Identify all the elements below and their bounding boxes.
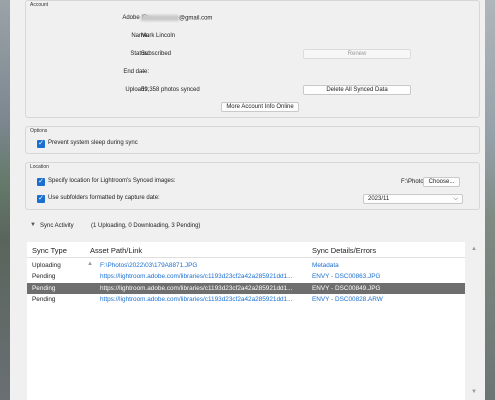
table-row[interactable]: Uploading ▲ F:\Photos\2022\03\179A8871.J… [27, 260, 465, 271]
cell-sync-type: Pending [32, 273, 56, 280]
delete-all-synced-data-button[interactable]: Delete All Synced Data [303, 85, 411, 95]
subfolders-checkbox[interactable]: ✓ [37, 195, 45, 203]
date-format-value: 2023/11 [368, 196, 390, 202]
scroll-down-arrow-icon[interactable]: ▼ [471, 389, 477, 395]
chevron-down-icon: ⌵ [453, 196, 458, 202]
cell-details: Metadata [312, 261, 339, 269]
column-header-asset[interactable]: Asset Path/Link [90, 246, 142, 255]
sort-ascending-icon: ▲ [87, 261, 93, 267]
location-section-title: Location [30, 164, 49, 170]
account-group: Account Adobe ID: @gmail.com Name: Mark … [25, 0, 480, 118]
table-row[interactable]: Pending https://lightroom.adobe.com/libr… [27, 272, 465, 283]
sync-activity-title[interactable]: Sync Activity [40, 223, 74, 229]
background-photo-left [0, 0, 10, 400]
specify-location-label: Specify location for Lightroom's Synced … [48, 178, 176, 184]
location-group: Location ✓ Specify location for Lightroo… [25, 162, 480, 210]
prevent-sleep-label: Prevent system sleep during sync [48, 140, 138, 146]
options-group: Options ✓ Prevent system sleep during sy… [25, 126, 480, 154]
email-redacted [141, 15, 179, 21]
table-row[interactable]: Pending https://lightroom.adobe.com/libr… [27, 295, 465, 306]
adobe-id-value: @gmail.com [141, 15, 212, 22]
cell-sync-type: Pending [32, 296, 56, 303]
sync-activity-table: Sync Type Asset Path/Link Sync Details/E… [27, 242, 465, 400]
table-scrollbar[interactable]: ▲ ▼ [468, 242, 480, 400]
name-value: Mark Lincoln [141, 33, 176, 39]
choose-location-button[interactable]: Choose... [423, 177, 460, 187]
specify-location-checkbox[interactable]: ✓ [37, 178, 45, 186]
subfolders-label: Use subfolders formatted by capture date… [48, 195, 160, 201]
cell-sync-type: Uploading [32, 261, 61, 269]
account-section-title: Account [30, 2, 49, 8]
renew-button[interactable]: Renew [303, 49, 411, 59]
cell-details: ENVY - DSC00828.ARW [312, 296, 383, 303]
date-format-select[interactable]: 2023/11 ⌵ [363, 194, 463, 204]
sync-activity-summary: (1 Uploading, 0 Downloading, 3 Pending) [91, 223, 201, 229]
prevent-sleep-checkbox[interactable]: ✓ [37, 140, 45, 148]
column-header-details[interactable]: Sync Details/Errors [312, 246, 376, 255]
end-date-value: --- [141, 69, 147, 75]
background-photo-right [485, 0, 495, 400]
cell-asset[interactable]: F:\Photos\2022\03\179A8871.JPG [100, 262, 310, 269]
scroll-up-arrow-icon[interactable]: ▲ [471, 246, 477, 252]
cell-details: ENVY - DSC00849.JPG [312, 284, 381, 292]
cell-asset[interactable]: https://lightroom.adobe.com/libraries/c1… [100, 273, 310, 280]
cell-asset[interactable]: https://lightroom.adobe.com/libraries/c1… [100, 296, 310, 303]
table-header: Sync Type Asset Path/Link Sync Details/E… [27, 242, 465, 258]
sync-preferences-dialog: Account Adobe ID: @gmail.com Name: Mark … [10, 0, 485, 400]
uploads-value: 59,358 photos synced [141, 87, 200, 93]
cell-details: ENVY - DSC00863.JPG [312, 273, 381, 280]
options-section-title: Options [30, 128, 48, 134]
collapse-triangle-icon[interactable]: ▼ [30, 222, 36, 228]
cell-sync-type: Pending [32, 284, 56, 292]
more-account-info-button[interactable]: More Account Info Online [221, 102, 299, 112]
column-header-sync-type[interactable]: Sync Type [32, 246, 67, 255]
table-row-selected[interactable]: Pending https://lightroom.adobe.com/libr… [27, 283, 465, 294]
status-value: Subscribed [141, 51, 172, 57]
cell-asset[interactable]: https://lightroom.adobe.com/libraries/c1… [100, 285, 310, 292]
